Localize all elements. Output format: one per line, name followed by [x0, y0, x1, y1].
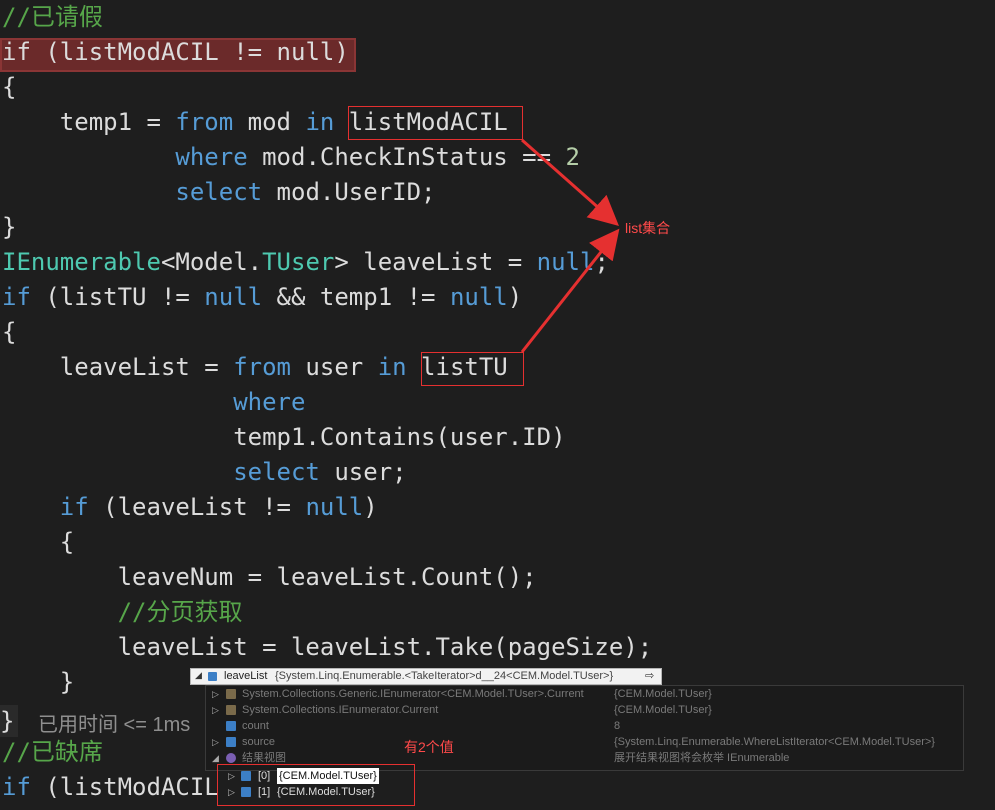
expand-triangle-icon[interactable]: ▷	[212, 686, 219, 702]
member-name: System.Collections.Generic.IEnumerator<C…	[242, 688, 584, 700]
field-icon	[226, 721, 236, 731]
result-item-row[interactable]: ▷ [1] {CEM.Model.TUser}	[218, 784, 396, 800]
member-value: {CEM.Model.TUser}	[614, 704, 712, 716]
collapse-triangle-icon[interactable]: ◢	[195, 670, 202, 681]
result-item-index: [1]	[258, 786, 271, 798]
datatip-members-panel: ▷ System.Collections.Generic.IEnumerator<…	[205, 685, 964, 771]
arrow-from-listModACIL	[521, 138, 619, 226]
results-view-icon	[226, 753, 236, 763]
result-item-index: [0]	[258, 770, 271, 782]
member-value: 8	[614, 720, 621, 732]
lock-property-icon	[226, 705, 236, 715]
member-name: count	[242, 720, 269, 732]
pin-icon[interactable]: ⇨	[645, 669, 654, 682]
two-values-label: 有2个值	[404, 739, 454, 755]
current-brace-marker: }	[0, 705, 18, 737]
object-icon	[241, 787, 251, 797]
expand-triangle-icon[interactable]: ▷	[212, 702, 219, 718]
datatip-variable-name: leaveList	[224, 670, 268, 682]
datatip-member-row[interactable]: ▷count8	[206, 718, 963, 734]
field-icon	[226, 737, 236, 747]
result-item-row[interactable]: ▷ [0] {CEM.Model.TUser}	[218, 768, 396, 784]
result-item-value: {CEM.Model.TUser}	[277, 768, 379, 784]
member-value: {CEM.Model.TUser}	[614, 688, 712, 700]
expand-triangle-icon[interactable]: ▷	[228, 768, 235, 784]
lock-property-icon	[226, 689, 236, 699]
datatip-member-row[interactable]: ▷ System.Collections.Generic.IEnumerator<…	[206, 686, 963, 702]
datatip-variable-value: {System.Linq.Enumerable.<TakeIterator>d_…	[275, 670, 614, 682]
datatip-member-row[interactable]: ▷ source {System.Linq.Enumerable.WhereList…	[206, 734, 963, 750]
expand-triangle-icon[interactable]: ▷	[228, 784, 235, 800]
member-value: {System.Linq.Enumerable.WhereListIterato…	[614, 736, 935, 748]
member-value: 展开结果视图将会枚举 IEnumerable	[614, 752, 790, 764]
object-icon	[241, 771, 251, 781]
datatip-header[interactable]: ◢ leaveList {System.Linq.Enumerable.<Tak…	[190, 668, 662, 685]
member-name: source	[242, 736, 276, 748]
perf-tip-elapsed: 已用时间 <= 1ms	[38, 714, 191, 736]
result-item-value: {CEM.Model.TUser}	[277, 786, 375, 798]
datatip-member-row[interactable]: ▷ System.Collections.IEnumerator.Current {…	[206, 702, 963, 718]
member-name: System.Collections.IEnumerator.Current	[242, 704, 439, 716]
arrow-from-listTU	[520, 228, 620, 353]
object-icon	[208, 672, 217, 681]
list-collection-label: list集合	[625, 220, 671, 236]
expand-triangle-icon[interactable]: ▷	[212, 734, 219, 750]
